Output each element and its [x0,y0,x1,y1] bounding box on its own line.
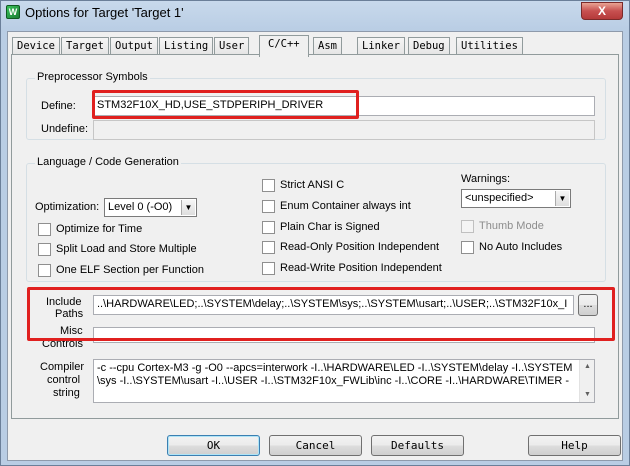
dialog-client: Device Target Output Listing User C/C++ … [7,31,623,461]
tab-listing[interactable]: Listing [159,37,214,55]
optimization-label: Optimization: [35,201,100,213]
optimization-select[interactable]: Level 0 (-O0) ▼ [104,198,197,217]
close-button[interactable]: X [581,2,623,20]
scroll-up-icon[interactable]: ▲ [580,360,594,374]
compiler-control-string: -c --cpu Cortex-M3 -g -O0 --apcs=interwo… [93,359,595,403]
tab-output[interactable]: Output [110,37,158,55]
warnings-label: Warnings: [461,173,511,185]
tab-user[interactable]: User [214,37,250,55]
plain-char-label: Plain Char is Signed [280,221,380,233]
optimize-time-label: Optimize for Time [56,223,143,235]
tab-utilities[interactable]: Utilities [456,37,523,55]
rw-pos-indep-label: Read-Write Position Independent [280,262,442,274]
compiler-label-1: Compiler [40,361,85,373]
one-elf-checkbox[interactable] [38,264,51,277]
define-highlight-box [92,90,359,119]
options-dialog: W Options for Target 'Target 1' X Device… [0,0,630,466]
compiler-label-3: string [53,387,80,399]
plain-char-checkbox[interactable] [262,221,275,234]
compiler-scrollbar[interactable]: ▲ ▼ [579,360,594,402]
split-load-store-label: Split Load and Store Multiple [56,243,197,255]
tab-target[interactable]: Target [61,37,109,55]
compiler-line-1: -c --cpu Cortex-M3 -g -O0 --apcs=interwo… [97,362,573,374]
help-button[interactable]: Help [528,435,621,456]
tab-debug[interactable]: Debug [408,37,450,55]
language-group-title: Language / Code Generation [35,156,181,168]
compiler-line-2: \sys -I..\SYSTEM\usart -I..\USER -I..\ST… [97,375,570,387]
defaults-button[interactable]: Defaults [371,435,464,456]
optimize-time-checkbox[interactable] [38,223,51,236]
cpp-tab-panel: Preprocessor Symbols Define: STM32F10X_H… [11,54,619,419]
undefine-label: Undefine: [41,123,89,135]
define-label: Define: [41,100,76,112]
enum-container-checkbox[interactable] [262,200,275,213]
tab-cpp[interactable]: C/C++ [259,35,309,57]
compiler-label-2: control [47,374,81,386]
window-title: Options for Target 'Target 1' [25,5,184,20]
no-auto-includes-label: No Auto Includes [479,241,563,253]
thumb-mode-label: Thumb Mode [479,220,544,232]
ok-button[interactable]: OK [167,435,260,456]
chevron-down-icon[interactable]: ▼ [181,200,195,215]
scroll-down-icon[interactable]: ▼ [580,388,594,402]
cancel-button[interactable]: Cancel [269,435,362,456]
tab-asm[interactable]: Asm [313,37,342,55]
chevron-down-icon[interactable]: ▼ [555,191,569,206]
undefine-input[interactable] [93,120,595,140]
enum-container-label: Enum Container always int [280,200,411,212]
tab-device[interactable]: Device [12,37,60,55]
title-bar[interactable]: W Options for Target 'Target 1' X [1,1,629,25]
thumb-mode-checkbox[interactable] [461,220,474,233]
ro-pos-indep-checkbox[interactable] [262,241,275,254]
app-icon: W [6,5,20,19]
strict-ansi-label: Strict ANSI C [280,179,345,191]
tab-linker[interactable]: Linker [357,37,405,55]
optimization-value: Level 0 (-O0) [108,201,173,213]
include-paths-highlight-box [27,287,615,341]
preprocessor-group-title: Preprocessor Symbols [35,71,150,83]
warnings-value: <unspecified> [465,192,534,204]
one-elf-label: One ELF Section per Function [56,264,204,276]
no-auto-includes-checkbox[interactable] [461,241,474,254]
strict-ansi-checkbox[interactable] [262,179,275,192]
rw-pos-indep-checkbox[interactable] [262,262,275,275]
warnings-select[interactable]: <unspecified> ▼ [461,189,571,208]
split-load-store-checkbox[interactable] [38,243,51,256]
ro-pos-indep-label: Read-Only Position Independent [280,241,439,253]
